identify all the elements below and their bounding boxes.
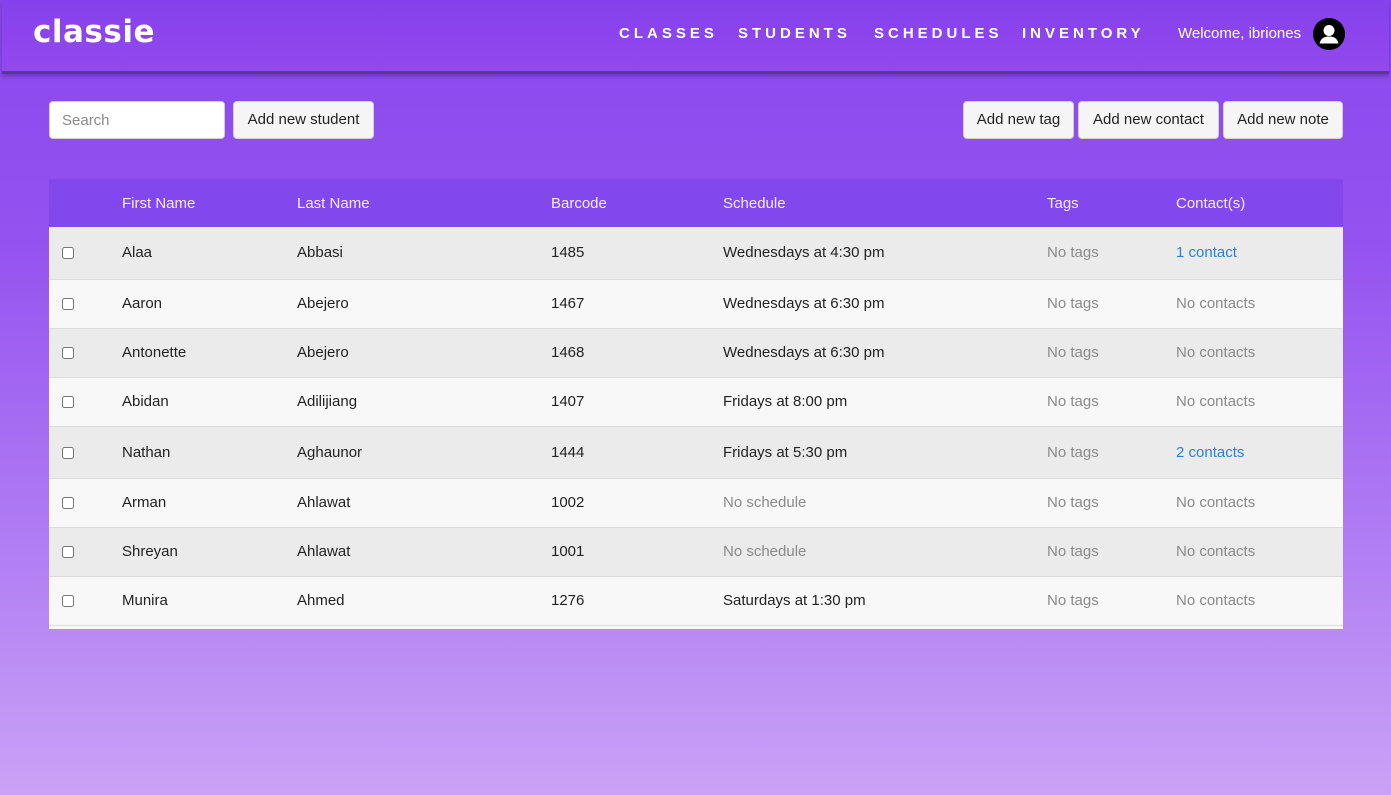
nav-link-classes[interactable]: CLASSES — [619, 25, 718, 42]
welcome-text: Welcome, ibriones — [1178, 25, 1302, 42]
cell-barcode: 1001 — [551, 527, 723, 577]
cell-tags: No tags — [1047, 426, 1176, 479]
cell-schedule: Saturdays at 1:30 pm — [723, 576, 1047, 626]
cell-barcode: 1276 — [551, 576, 723, 626]
add-note-button[interactable]: Add new note — [1223, 101, 1343, 139]
top-navbar: classie CLASSES STUDENTS SCHEDULES INVEN… — [2, 0, 1389, 74]
row-checkbox[interactable] — [62, 595, 74, 608]
cell-schedule: Fridays at 5:30 pm — [723, 426, 1047, 479]
table-row[interactable]: Abidan Adilijiang 1407 Fridays at 8:00 pm No… — [49, 377, 1343, 427]
add-student-button[interactable]: Add new student — [233, 101, 374, 139]
cell-last-name: Ahlawat — [297, 478, 551, 528]
cell-contacts: No contacts — [1176, 576, 1343, 626]
cell-barcode: 1468 — [551, 328, 723, 378]
nav-link-inventory[interactable]: INVENTORY — [1022, 25, 1145, 42]
row-checkbox[interactable] — [62, 298, 74, 311]
cell-schedule: Wednesdays at 6:30 pm — [723, 328, 1047, 378]
row-select-cell — [49, 377, 122, 427]
contacts-link[interactable]: 2 contacts — [1176, 444, 1244, 461]
header-select — [49, 179, 122, 227]
row-checkbox[interactable] — [62, 247, 74, 260]
cell-first-name: Shreyan — [122, 527, 297, 577]
cell-first-name: Antonette — [122, 328, 297, 378]
cell-tags: No tags — [1047, 377, 1176, 427]
table-row[interactable]: Aaron Abejero 1467 Wednesdays at 6:30 pm No … — [49, 279, 1343, 329]
cell-contacts: No contacts — [1176, 328, 1343, 378]
table-row[interactable]: Munira Ahmed 1276 Saturdays at 1:30 pm No ta… — [49, 576, 1343, 626]
cell-schedule: Fridays at 8:00 pm — [723, 377, 1047, 427]
cell-schedule: Wednesdays at 6:30 pm — [723, 279, 1047, 329]
table-row[interactable]: Nathan Aghaunor 1444 Fridays at 5:30 pm No t… — [49, 426, 1343, 479]
cell-barcode: 1407 — [551, 377, 723, 427]
table-body: Alaa Abbasi 1485 Wednesdays at 4:30 pm No ta… — [49, 227, 1343, 626]
cell-contacts: No contacts — [1176, 527, 1343, 577]
header-barcode[interactable]: Barcode — [551, 179, 723, 227]
cell-last-name: Abejero — [297, 279, 551, 329]
cell-last-name: Abejero — [297, 328, 551, 378]
header-last-name[interactable]: Last Name — [297, 179, 551, 227]
table-header-row: First Name Last Name Barcode Schedule Ta… — [49, 179, 1343, 227]
cell-barcode: 1467 — [551, 279, 723, 329]
row-select-cell — [49, 576, 122, 626]
row-checkbox[interactable] — [62, 446, 74, 459]
header-first-name[interactable]: First Name — [122, 179, 297, 227]
cell-last-name: Abbasi — [297, 227, 551, 280]
cell-tags: No tags — [1047, 576, 1176, 626]
add-tag-button[interactable]: Add new tag — [963, 101, 1074, 139]
row-checkbox[interactable] — [62, 347, 74, 360]
cell-last-name: Adilijiang — [297, 377, 551, 427]
cell-first-name: Nathan — [122, 426, 297, 479]
cell-contacts: No contacts — [1176, 377, 1343, 427]
cell-tags: No tags — [1047, 328, 1176, 378]
header-schedule[interactable]: Schedule — [723, 179, 1047, 227]
brand-logo[interactable]: classie — [33, 14, 155, 50]
cell-first-name: Abidan — [122, 377, 297, 427]
cell-contacts: No contacts — [1176, 478, 1343, 528]
row-select-cell — [49, 227, 122, 280]
cell-first-name: Aaron — [122, 279, 297, 329]
cell-barcode: 1444 — [551, 426, 723, 479]
table-row[interactable]: Shreyan Ahlawat 1001 No schedule No tags No c… — [49, 527, 1343, 577]
header-tags[interactable]: Tags — [1047, 179, 1176, 227]
row-select-cell — [49, 279, 122, 329]
row-select-cell — [49, 527, 122, 577]
row-checkbox[interactable] — [62, 546, 74, 559]
row-checkbox[interactable] — [62, 497, 74, 510]
row-select-cell — [49, 426, 122, 479]
cell-tags: No tags — [1047, 527, 1176, 577]
table-row[interactable]: Alaa Abbasi 1485 Wednesdays at 4:30 pm No ta… — [49, 227, 1343, 280]
cell-tags: No tags — [1047, 478, 1176, 528]
cell-tags: No tags — [1047, 279, 1176, 329]
cell-tags: No tags — [1047, 227, 1176, 280]
cell-contacts: No contacts — [1176, 279, 1343, 329]
search-input[interactable] — [49, 101, 225, 139]
cell-first-name: Munira — [122, 576, 297, 626]
cell-contacts: 2 contacts — [1176, 426, 1343, 479]
nav-link-schedules[interactable]: SCHEDULES — [874, 25, 1003, 42]
cell-schedule: No schedule — [723, 478, 1047, 528]
cell-last-name: Ahmed — [297, 576, 551, 626]
cell-first-name: Arman — [122, 478, 297, 528]
contacts-link[interactable]: 1 contact — [1176, 244, 1237, 261]
students-table: First Name Last Name Barcode Schedule Ta… — [49, 179, 1343, 629]
user-icon[interactable] — [1313, 18, 1345, 50]
cell-contacts: 1 contact — [1176, 227, 1343, 280]
cell-barcode: 1002 — [551, 478, 723, 528]
table-row[interactable]: Arman Ahlawat 1002 No schedule No tags No con… — [49, 478, 1343, 528]
cell-schedule: No schedule — [723, 527, 1047, 577]
add-contact-button[interactable]: Add new contact — [1078, 101, 1219, 139]
row-select-cell — [49, 328, 122, 378]
row-checkbox[interactable] — [62, 396, 74, 409]
cell-last-name: Aghaunor — [297, 426, 551, 479]
cell-schedule: Wednesdays at 4:30 pm — [723, 227, 1047, 280]
header-contacts[interactable]: Contact(s) — [1176, 179, 1343, 227]
table-row[interactable]: Antonette Abejero 1468 Wednesdays at 6:30 p… — [49, 328, 1343, 378]
cell-last-name: Ahlawat — [297, 527, 551, 577]
cell-first-name: Alaa — [122, 227, 297, 280]
cell-barcode: 1485 — [551, 227, 723, 280]
nav-link-students[interactable]: STUDENTS — [738, 25, 851, 42]
row-select-cell — [49, 478, 122, 528]
